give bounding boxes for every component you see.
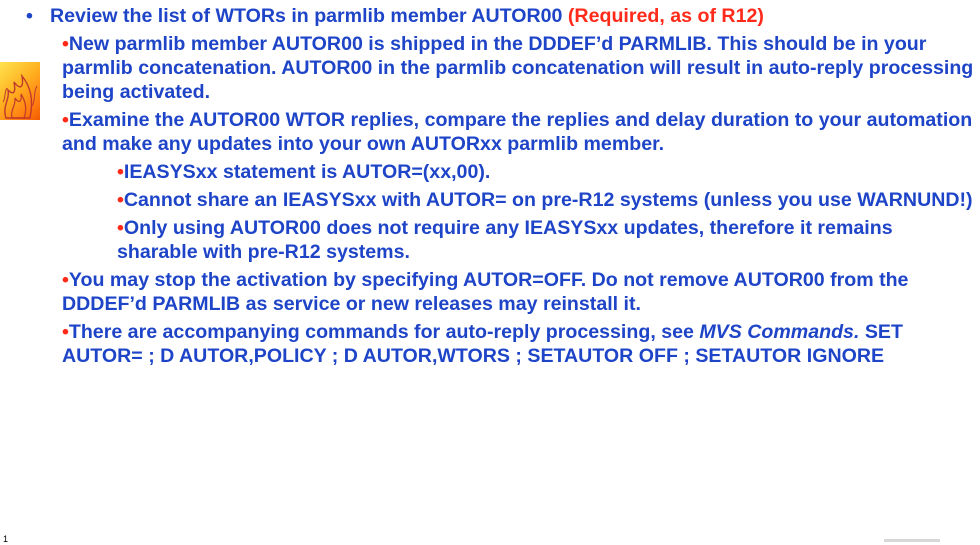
sub-bullet-marker: • [117, 217, 124, 239]
main-bullet-text: Review the list of WTORs in parmlib memb… [50, 5, 568, 27]
sub-bullet-list: •New parmlib member AUTOR00 is shipped i… [22, 32, 974, 316]
required-note: (Required, as of R12) [567, 5, 764, 27]
sub-bullet-marker: • [62, 33, 69, 55]
sub-bullet-text: Examine the AUTOR00 WTOR replies, compar… [62, 109, 973, 155]
sub-bullet-text: Only using AUTOR00 does not require any … [117, 217, 893, 263]
sub-bullet-item: •IEASYSxx statement is AUTOR=(xx,00). [22, 160, 974, 184]
bullet-marker: • [26, 5, 33, 27]
sub-bullet-marker: • [117, 161, 124, 183]
sub-bullet-marker: • [62, 321, 69, 343]
footer-mark [884, 539, 940, 542]
sub-bullet-item: •Cannot share an IEASYSxx with AUTOR= on… [22, 188, 974, 212]
sub-bullet-marker: • [62, 109, 69, 131]
sub-bullet-item: •New parmlib member AUTOR00 is shipped i… [22, 32, 974, 104]
sub-bullet-item: •You may stop the activation by specifyi… [22, 268, 974, 316]
sub-bullet-text: IEASYSxx statement is AUTOR=(xx,00). [123, 161, 491, 183]
sub-bullet-text: New parmlib member AUTOR00 is shipped in… [62, 33, 974, 103]
sub-bullet-marker: • [117, 189, 124, 211]
sub-bullet-marker: • [62, 269, 69, 291]
slide: • Review the list of WTORs in parmlib me… [0, 0, 980, 545]
slide-content: • Review the list of WTORs in parmlib me… [22, 4, 974, 372]
mvs-commands-reference: MVS Commands. [699, 321, 860, 343]
commands-intro-text: There are accompanying commands for auto… [68, 321, 700, 343]
sub-bullet-item: •Examine the AUTOR00 WTOR replies, compa… [22, 108, 974, 156]
sub-bullet-text: You may stop the activation by specifyin… [62, 269, 909, 315]
sub-bullet-text: Cannot share an IEASYSxx with AUTOR= on … [123, 189, 973, 211]
main-bullet: • Review the list of WTORs in parmlib me… [22, 4, 974, 28]
sub-bullet-commands: •There are accompanying commands for aut… [22, 320, 974, 368]
page-number: 1 [3, 534, 9, 544]
sub-bullet-item: •Only using AUTOR00 does not require any… [22, 216, 974, 264]
